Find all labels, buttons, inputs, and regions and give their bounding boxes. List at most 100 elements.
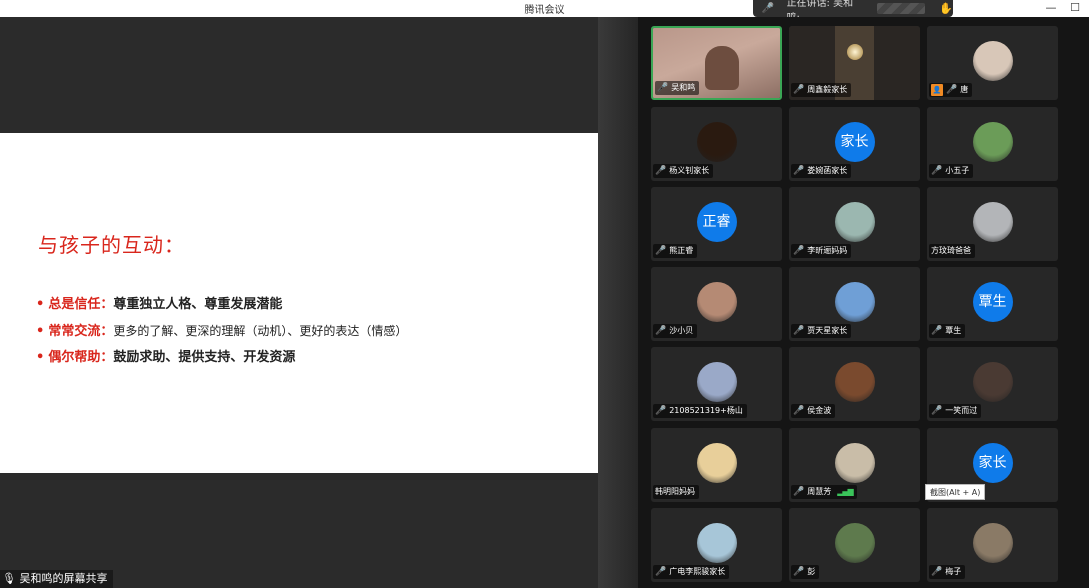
participant-name: 沙小贝 — [669, 326, 694, 335]
bullet-key: 总是信任： — [48, 297, 114, 312]
avatar — [834, 282, 875, 322]
muted-microphone-icon: 🎤 — [946, 85, 958, 95]
participant-nameplate: 🎤 侯金波 — [791, 404, 836, 418]
participant-tile[interactable]: 🎤 梅子 — [927, 508, 1058, 582]
muted-microphone-icon: 🎤 — [793, 246, 805, 256]
participant-tile[interactable]: 🎤 贾天星家长 — [789, 267, 920, 341]
participant-name: 杨义钊家长 — [669, 166, 710, 175]
participant-tile[interactable]: 🎤 广电李熙骏家长 — [651, 508, 782, 582]
participant-tile[interactable]: 🎤 彭 — [789, 508, 920, 582]
participant-name: 覃生 — [945, 326, 962, 335]
muted-microphone-icon: 🎤 — [931, 326, 943, 336]
muted-microphone-icon: 🎤 — [655, 406, 667, 416]
presentation-slide: 与孩子的互动： • 总是信任：尊重独立人格、尊重发展潜能 • 常常交流：更多的了解、… — [0, 133, 598, 473]
participant-nameplate: 🎤 李昕逦妈妈 — [791, 244, 852, 258]
participant-tile[interactable]: 🎤 周慧芳 ▂▄▆ — [789, 428, 920, 502]
participant-tile[interactable]: 🎤 杨义钊家长 — [651, 107, 782, 181]
participant-nameplate: 🎤 贾天星家长 — [791, 324, 852, 338]
participant-nameplate: 🎤 梅子 — [929, 565, 966, 579]
participant-nameplate: 🎤 熊正睿 — [653, 244, 698, 258]
participant-nameplate: 🎤 2108521319+杨山 — [653, 404, 747, 418]
participant-tile[interactable]: 🎤 沙小贝 — [651, 267, 782, 341]
host-badge-icon: 👤 — [931, 84, 943, 96]
avatar — [696, 443, 737, 483]
avatar — [834, 443, 875, 483]
participant-tile[interactable]: 🎤 一笑而过 — [927, 347, 1058, 421]
slide-title: 与孩子的互动： — [38, 233, 185, 257]
participant-nameplate: 🎤 沙小贝 — [653, 324, 698, 338]
avatar — [834, 202, 875, 242]
bullet-item: • 常常交流：更多的了解、更深的理解（动机）、更好的表达（情感） — [36, 324, 408, 339]
avatar — [972, 202, 1013, 242]
participant-name: 周慧芳 — [807, 487, 832, 496]
panel-divider[interactable] — [598, 17, 638, 588]
share-label-text: 吴和鸣的屏幕共享 — [19, 572, 108, 585]
participant-name: 小五子 — [945, 166, 970, 175]
participant-name: 韩明阳妈妈 — [655, 487, 695, 496]
participant-nameplate: 🎤 彭 — [791, 565, 820, 579]
bullet-value: 更多的了解、更深的理解（动机）、更好的表达（情感） — [113, 324, 408, 338]
muted-microphone-icon: 🎤 — [931, 567, 943, 577]
maximize-button[interactable]: ☐ — [1064, 0, 1086, 17]
participant-name: 周鑫毅家长 — [807, 85, 848, 94]
avatar — [834, 523, 875, 563]
participant-nameplate: 🎤 小五子 — [929, 164, 974, 178]
avatar — [696, 282, 737, 322]
participant-name: 梅子 — [945, 567, 962, 576]
participant-name: 贾天星家长 — [807, 326, 848, 335]
muted-microphone-icon: 🎤 — [655, 326, 667, 336]
participant-tile[interactable]: 🎤 李昕逦妈妈 — [789, 187, 920, 261]
participant-name: 李昕逦妈妈 — [807, 246, 848, 255]
participant-nameplate: 韩明阳妈妈 — [653, 485, 699, 499]
participant-nameplate: 🎤 周鑫毅家长 — [791, 83, 852, 97]
participant-nameplate: 🎤 吴和鸣 — [655, 81, 700, 95]
participant-tile[interactable]: 覃生 🎤 覃生 — [927, 267, 1058, 341]
avatar — [834, 362, 875, 402]
muted-microphone-icon: 🎤 — [793, 166, 805, 176]
screen-share-label[interactable]: 🎙 吴和鸣的屏幕共享 — [0, 570, 114, 588]
speaking-indicator: 🎤 正在讲话: 吴和鸣; ✋ — [753, 0, 953, 24]
avatar — [972, 523, 1013, 563]
muted-microphone-icon: 🎤 — [931, 166, 943, 176]
participant-tile[interactable]: 🎤 侯金波 — [789, 347, 920, 421]
muted-microphone-icon: 🎤 — [793, 406, 805, 416]
bullet-key: 常常交流： — [48, 324, 114, 339]
avatar — [972, 122, 1013, 162]
participant-nameplate: 方玟琦爸爸 — [929, 244, 975, 258]
participant-name: 2108521319+杨山 — [669, 406, 743, 415]
participant-tile[interactable]: 韩明阳妈妈 — [651, 428, 782, 502]
bullet-item: • 偶尔帮助：鼓励求助、提供支持、开发资源 — [36, 350, 296, 365]
participant-tile[interactable]: 家长 🎤 娄婉菡家长 — [789, 107, 920, 181]
signal-strength-icon: ▂▄▆ — [837, 487, 854, 496]
muted-microphone-icon: 🎤 — [793, 85, 805, 95]
participant-tile[interactable]: 方玟琦爸爸 — [927, 187, 1058, 261]
participant-name: 侯金波 — [807, 406, 832, 415]
participant-nameplate: 🎤 覃生 — [929, 324, 966, 338]
participant-tile[interactable]: 👤 🎤 唐 — [927, 26, 1058, 100]
participant-nameplate: 🎤 周慧芳 ▂▄▆ — [791, 485, 857, 499]
minimize-button[interactable]: — — [1040, 0, 1062, 17]
microphone-icon: 🎤 — [657, 83, 669, 93]
participant-name: 广电李熙骏家长 — [669, 567, 726, 576]
participant-tile[interactable]: 🎤 吴和鸣 — [651, 26, 782, 100]
avatar — [696, 523, 737, 563]
participant-tile[interactable]: 🎤 周鑫毅家长 — [789, 26, 920, 100]
muted-microphone-icon: 🎤 — [655, 246, 667, 256]
bullet-key: 偶尔帮助： — [48, 350, 114, 365]
avatar — [972, 41, 1013, 81]
muted-microphone-icon: 🎤 — [761, 3, 774, 14]
participant-name: 熊正睿 — [669, 246, 694, 255]
participant-name: 方玟琦爸爸 — [931, 246, 971, 255]
participant-tile[interactable]: 正睿 🎤 熊正睿 — [651, 187, 782, 261]
participant-tile[interactable]: 🎤 小五子 — [927, 107, 1058, 181]
muted-microphone-icon: 🎤 — [655, 166, 667, 176]
raise-hand-icon[interactable]: ✋ — [939, 2, 953, 15]
participant-tile[interactable]: 🎤 2108521319+杨山 — [651, 347, 782, 421]
text-avatar: 家长 — [972, 443, 1013, 483]
muted-microphone-icon: 🎤 — [793, 567, 805, 577]
participant-nameplate: 🎤 一笑而过 — [929, 404, 982, 418]
avatar — [972, 362, 1013, 402]
shared-screen-area: 与孩子的互动： • 总是信任：尊重独立人格、尊重发展潜能 • 常常交流：更多的了解、… — [0, 17, 598, 588]
speaker-name-placeholder — [876, 3, 926, 14]
muted-microphone-icon: 🎤 — [655, 567, 667, 577]
